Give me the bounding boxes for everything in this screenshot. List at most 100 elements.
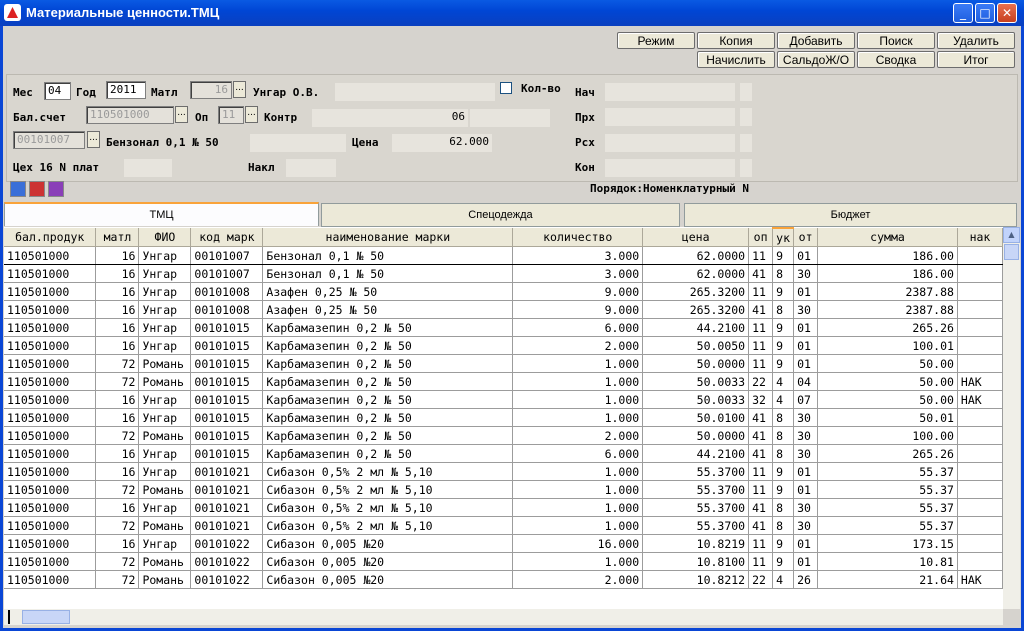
table-row[interactable]: 110501000 72 Романь 00101021 Сибазон 0,5% 2 … xyxy=(4,516,1003,535)
table-cell[interactable]: 62.0000 xyxy=(642,264,750,283)
table-cell[interactable]: 41 xyxy=(748,444,774,463)
table-cell[interactable]: 16 xyxy=(95,336,140,355)
table-cell[interactable] xyxy=(957,354,1003,373)
table-cell[interactable]: 41 xyxy=(748,426,774,445)
table-cell[interactable]: 265.26 xyxy=(817,444,958,463)
table-cell[interactable]: Унгар xyxy=(138,318,192,337)
table-row[interactable]: 110501000 16 Унгар 00101008 Азафен 0,25 № 50… xyxy=(4,282,1003,301)
table-cell[interactable] xyxy=(957,552,1003,571)
table-cell[interactable]: 30 xyxy=(793,426,819,445)
table-cell[interactable]: Романь xyxy=(138,570,192,589)
table-cell[interactable]: Карбамазепин 0,2 № 50 xyxy=(262,336,514,355)
table-cell[interactable]: НАК xyxy=(957,570,1003,589)
table-cell[interactable]: 50.00 xyxy=(817,354,958,373)
table-cell[interactable]: 6.000 xyxy=(512,318,644,337)
table-cell[interactable]: Унгар xyxy=(138,246,192,265)
table-cell[interactable]: Карбамазепин 0,2 № 50 xyxy=(262,426,514,445)
table-cell[interactable]: 04 xyxy=(793,372,819,391)
table-row[interactable]: 110501000 16 Унгар 00101015 Карбамазепин 0,2… xyxy=(4,408,1003,427)
vertical-scrollbar[interactable]: ▲ xyxy=(1003,227,1020,609)
table-cell[interactable]: 11 xyxy=(748,354,774,373)
table-cell[interactable]: 16 xyxy=(95,444,140,463)
table-row[interactable]: 110501000 72 Романь 00101015 Карбамазепин 0,… xyxy=(4,354,1003,373)
table-cell[interactable] xyxy=(957,246,1003,265)
table-cell[interactable]: Унгар xyxy=(138,300,192,319)
table-cell[interactable]: 1.000 xyxy=(512,462,644,481)
table-cell[interactable]: 00101015 xyxy=(190,318,264,337)
table-cell[interactable]: Карбамазепин 0,2 № 50 xyxy=(262,408,514,427)
table-cell[interactable]: Сибазон 0,5% 2 мл № 5,10 xyxy=(262,498,514,517)
calculate-button[interactable]: Начислить xyxy=(697,51,775,68)
table-cell[interactable]: 1.000 xyxy=(512,498,644,517)
table-cell[interactable]: 16 xyxy=(95,264,140,283)
table-cell[interactable]: 6.000 xyxy=(512,444,644,463)
table-cell[interactable]: 01 xyxy=(793,336,819,355)
table-cell[interactable]: 8 xyxy=(772,498,795,517)
material-field[interactable]: 16 xyxy=(190,81,232,99)
table-cell[interactable]: 07 xyxy=(793,390,819,409)
table-cell[interactable]: 110501000 xyxy=(4,408,97,427)
table-cell[interactable]: 10.8100 xyxy=(642,552,750,571)
table-cell[interactable]: 110501000 xyxy=(4,480,97,499)
table-cell[interactable]: 72 xyxy=(95,552,140,571)
table-cell[interactable]: 00101015 xyxy=(190,354,264,373)
table-cell[interactable]: 00101015 xyxy=(190,444,264,463)
table-cell[interactable]: Сибазон 0,5% 2 мл № 5,10 xyxy=(262,480,514,499)
operation-field[interactable]: 11 xyxy=(218,106,244,124)
table-cell[interactable]: Сибазон 0,005 №20 xyxy=(262,570,514,589)
table-cell[interactable]: 8 xyxy=(772,408,795,427)
balance-account-field[interactable]: 110501000 xyxy=(86,106,174,124)
table-row[interactable]: 110501000 72 Романь 00101015 Карбамазепин 0,… xyxy=(4,372,1003,391)
table-cell[interactable]: 1.000 xyxy=(512,408,644,427)
table-cell[interactable]: Сибазон 0,5% 2 мл № 5,10 xyxy=(262,462,514,481)
table-cell[interactable]: 2387.88 xyxy=(817,300,958,319)
table-cell[interactable]: 30 xyxy=(793,408,819,427)
table-cell[interactable] xyxy=(957,462,1003,481)
close-button[interactable]: ✕ xyxy=(997,3,1017,23)
table-cell[interactable]: 30 xyxy=(793,264,819,283)
table-cell[interactable]: 11 xyxy=(748,552,774,571)
minimize-button[interactable]: _ xyxy=(953,3,973,23)
year-field[interactable]: 2011 xyxy=(106,81,146,99)
table-cell[interactable]: 72 xyxy=(95,426,140,445)
column-header[interactable]: оп xyxy=(748,228,774,247)
table-cell[interactable]: 8 xyxy=(772,300,795,319)
tab-workwear[interactable]: Спецодежда xyxy=(321,203,680,227)
table-cell[interactable]: 55.37 xyxy=(817,498,958,517)
table-cell[interactable]: 10.8212 xyxy=(642,570,750,589)
table-cell[interactable] xyxy=(957,498,1003,517)
item-code-field[interactable]: 00101007 xyxy=(13,131,85,149)
table-cell[interactable]: 110501000 xyxy=(4,570,97,589)
table-cell[interactable]: 00101022 xyxy=(190,552,264,571)
table-cell[interactable]: 00101015 xyxy=(190,336,264,355)
table-cell[interactable]: 2.000 xyxy=(512,426,644,445)
table-cell[interactable]: Унгар xyxy=(138,390,192,409)
table-cell[interactable]: 110501000 xyxy=(4,300,97,319)
table-cell[interactable]: 100.01 xyxy=(817,336,958,355)
table-cell[interactable]: 00101015 xyxy=(190,372,264,391)
table-cell[interactable]: 50.0033 xyxy=(642,390,750,409)
table-cell[interactable]: 110501000 xyxy=(4,498,97,517)
table-cell[interactable]: 3.000 xyxy=(512,246,644,265)
search-button[interactable]: Поиск xyxy=(857,32,935,49)
table-cell[interactable]: 4 xyxy=(772,570,795,589)
table-cell[interactable]: 72 xyxy=(95,372,140,391)
table-cell[interactable]: Романь xyxy=(138,552,192,571)
table-cell[interactable]: 110501000 xyxy=(4,264,97,283)
table-cell[interactable]: 110501000 xyxy=(4,426,97,445)
table-row[interactable]: 110501000 16 Унгар 00101015 Карбамазепин 0,2… xyxy=(4,318,1003,337)
table-cell[interactable]: 9 xyxy=(772,552,795,571)
table-cell[interactable]: 8 xyxy=(772,444,795,463)
table-cell[interactable]: 110501000 xyxy=(4,336,97,355)
table-row[interactable]: 110501000 16 Унгар 00101008 Азафен 0,25 № 50… xyxy=(4,300,1003,319)
table-cell[interactable]: 265.3200 xyxy=(642,300,750,319)
table-cell[interactable]: Карбамазепин 0,2 № 50 xyxy=(262,354,514,373)
table-cell[interactable]: 00101022 xyxy=(190,570,264,589)
table-cell[interactable]: 16 xyxy=(95,282,140,301)
table-cell[interactable]: 110501000 xyxy=(4,372,97,391)
table-row[interactable]: 110501000 16 Унгар 00101015 Карбамазепин 0,2… xyxy=(4,336,1003,355)
table-cell[interactable]: 00101015 xyxy=(190,390,264,409)
table-cell[interactable] xyxy=(957,444,1003,463)
table-cell[interactable]: 30 xyxy=(793,300,819,319)
table-cell[interactable] xyxy=(957,300,1003,319)
